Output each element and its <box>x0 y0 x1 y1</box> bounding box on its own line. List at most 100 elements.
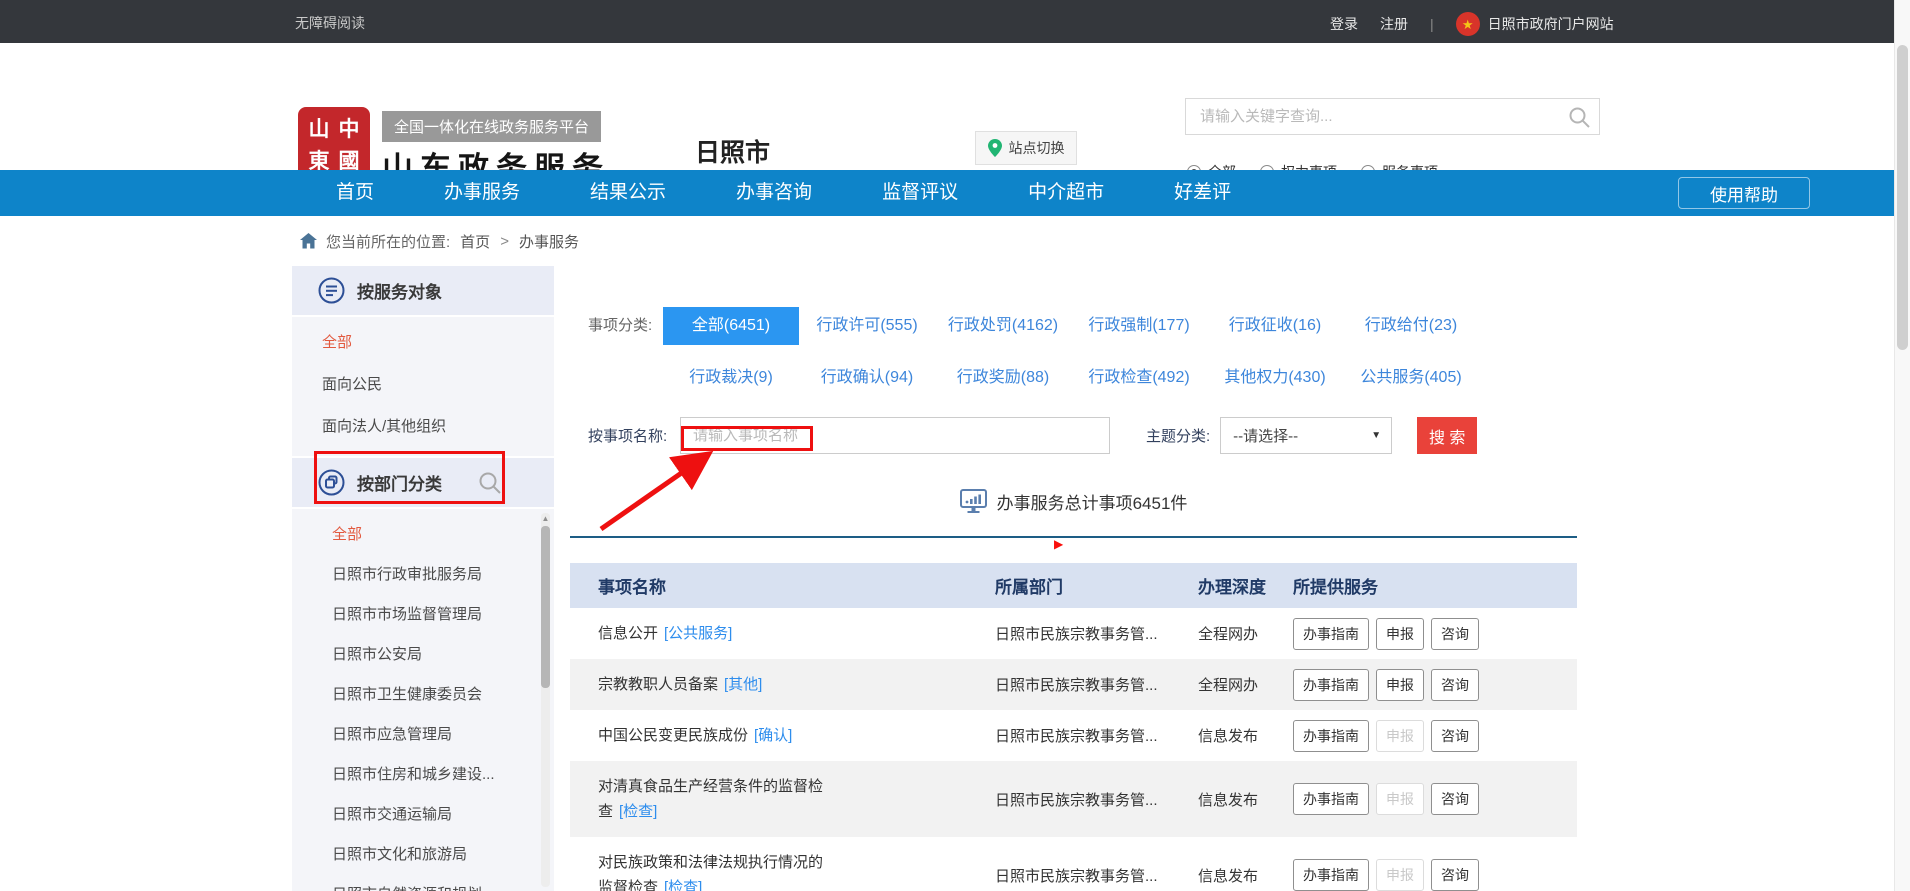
breadcrumb-separator: > <box>500 233 509 250</box>
register-link[interactable]: 注册 <box>1380 14 1408 34</box>
category-tab-行政确认[interactable]: 行政确认(94) <box>799 359 935 397</box>
consult-button[interactable]: 咨询 <box>1431 618 1479 650</box>
sidebar-scrollbar-thumb[interactable] <box>541 526 550 688</box>
category-tab-行政给付[interactable]: 行政给付(23) <box>1343 307 1479 345</box>
category-tab-行政许可[interactable]: 行政许可(555) <box>799 307 935 345</box>
category-tab-行政征收[interactable]: 行政征收(16) <box>1207 307 1343 345</box>
caret-row: ▶ <box>570 538 1577 551</box>
item-tag-link[interactable]: [公共服务] <box>664 625 732 642</box>
topic-select[interactable]: --请选择-- ▼ <box>1220 417 1392 454</box>
category-tab-行政裁决[interactable]: 行政裁决(9) <box>663 359 799 397</box>
nav-item-1[interactable]: 办事服务 <box>444 170 520 216</box>
consult-button[interactable]: 咨询 <box>1431 720 1479 752</box>
table-body: 信息公开[公共服务]日照市民族宗教事务管...全程网办办事指南申报咨询宗教教职人… <box>570 608 1577 891</box>
department-item-0[interactable]: 全部 <box>292 515 554 555</box>
breadcrumb-current[interactable]: 办事服务 <box>519 231 579 252</box>
topic-select-value: --请选择-- <box>1233 425 1298 446</box>
search-button[interactable]: 搜 索 <box>1417 417 1477 454</box>
guide-button[interactable]: 办事指南 <box>1293 618 1369 650</box>
stats-row: 办事服务总计事项6451件 <box>570 487 1577 515</box>
item-name-text: 中国公民变更民族成份[确认] <box>598 710 824 761</box>
department-item-9[interactable]: 日照市自然资源和规划... <box>292 875 554 891</box>
nav-item-2[interactable]: 结果公示 <box>590 170 666 216</box>
location-pin-icon <box>988 139 1002 157</box>
department-item-5[interactable]: 日照市应急管理局 <box>292 715 554 755</box>
department-list: ▲ 全部日照市行政审批服务局日照市市场监督管理局日照市公安局日照市卫生健康委员会… <box>292 509 554 891</box>
guide-button[interactable]: 办事指南 <box>1293 859 1369 891</box>
consult-button[interactable]: 咨询 <box>1431 669 1479 701</box>
annotation-caret: ▶ <box>1054 538 1063 551</box>
category-tab-行政处罚[interactable]: 行政处罚(4162) <box>935 307 1071 345</box>
service-object-item-0[interactable]: 全部 <box>292 322 554 364</box>
cell-depth: 全程网办 <box>1198 674 1293 695</box>
item-tag-link[interactable]: [检查] <box>619 803 657 820</box>
department-item-3[interactable]: 日照市公安局 <box>292 635 554 675</box>
nav-item-4[interactable]: 监督评议 <box>882 170 958 216</box>
cell-department: 日照市民族宗教事务管... <box>988 725 1198 746</box>
category-tab-行政奖励[interactable]: 行政奖励(88) <box>935 359 1071 397</box>
service-object-item-1[interactable]: 面向公民 <box>292 364 554 406</box>
cell-services: 办事指南申报咨询 <box>1293 669 1577 701</box>
cell-item-name: 信息公开[公共服务] <box>570 608 988 659</box>
service-object-item-2[interactable]: 面向法人/其他组织 <box>292 406 554 448</box>
department-search-icon[interactable] <box>478 471 502 495</box>
sidebar-section-department[interactable]: 按部门分类 <box>292 458 554 509</box>
search-icon[interactable] <box>1568 106 1591 129</box>
guide-button[interactable]: 办事指南 <box>1293 783 1369 815</box>
help-button[interactable]: 使用帮助 <box>1678 177 1810 209</box>
table-row-4: 对民族政策和法律法规执行情况的监督检查[检查]日照市民族宗教事务管...信息发布… <box>570 837 1577 891</box>
scrollbar-up-icon[interactable]: ▲ <box>541 514 550 523</box>
consult-button[interactable]: 咨询 <box>1431 783 1479 815</box>
category-tab-全部[interactable]: 全部(6451) <box>663 307 799 345</box>
guide-button[interactable]: 办事指南 <box>1293 720 1369 752</box>
item-name-label: 按事项名称: <box>588 425 680 446</box>
item-name-text: 对清真食品生产经营条件的监督检查[检查] <box>598 761 824 837</box>
cell-depth: 信息发布 <box>1198 865 1293 886</box>
cell-services: 办事指南申报咨询 <box>1293 618 1577 650</box>
nav-item-3[interactable]: 办事咨询 <box>736 170 812 216</box>
category-tab-其他权力[interactable]: 其他权力(430) <box>1207 359 1343 397</box>
apply-button[interactable]: 申报 <box>1376 669 1424 701</box>
apply-button[interactable]: 申报 <box>1376 618 1424 650</box>
cell-services: 办事指南申报咨询 <box>1293 783 1577 815</box>
cell-item-name: 对清真食品生产经营条件的监督检查[检查] <box>570 761 988 837</box>
department-item-2[interactable]: 日照市市场监督管理局 <box>292 595 554 635</box>
department-item-1[interactable]: 日照市行政审批服务局 <box>292 555 554 595</box>
consult-button[interactable]: 咨询 <box>1431 859 1479 891</box>
breadcrumb-home[interactable]: 首页 <box>460 231 490 252</box>
select-caret-icon: ▼ <box>1371 430 1381 441</box>
category-tab-行政强制[interactable]: 行政强制(177) <box>1071 307 1207 345</box>
nav-item-5[interactable]: 中介超市 <box>1028 170 1104 216</box>
item-tag-link[interactable]: [其他] <box>724 676 762 693</box>
page-scrollbar-thumb[interactable] <box>1897 45 1908 350</box>
portal-link[interactable]: 日照市政府门户网站 <box>1488 14 1614 34</box>
table-row-3: 对清真食品生产经营条件的监督检查[检查]日照市民族宗教事务管...信息发布办事指… <box>570 761 1577 837</box>
department-title: 按部门分类 <box>357 470 442 495</box>
item-tag-link[interactable]: [检查] <box>664 879 702 891</box>
category-tab-行政检查[interactable]: 行政检查(492) <box>1071 359 1207 397</box>
service-object-list: 全部面向公民面向法人/其他组织 <box>292 317 554 458</box>
site-switch-button[interactable]: 站点切换 <box>975 131 1077 165</box>
nav-item-6[interactable]: 好差评 <box>1174 170 1231 216</box>
category-tab-公共服务[interactable]: 公共服务(405) <box>1343 359 1479 397</box>
department-item-4[interactable]: 日照市卫生健康委员会 <box>292 675 554 715</box>
department-item-8[interactable]: 日照市文化和旅游局 <box>292 835 554 875</box>
service-object-title: 按服务对象 <box>357 278 442 303</box>
cell-depth: 信息发布 <box>1198 725 1293 746</box>
national-emblem-icon: ★ <box>1456 12 1480 36</box>
col-services: 所提供服务 <box>1293 573 1577 598</box>
topbar: 无障碍阅读 登录 注册 | ★ 日照市政府门户网站 <box>0 0 1894 43</box>
department-item-7[interactable]: 日照市交通运输局 <box>292 795 554 835</box>
department-item-6[interactable]: 日照市住房和城乡建设... <box>292 755 554 795</box>
category-tabs-block: 事项分类: 全部(6451)行政许可(555)行政处罚(4162)行政强制(17… <box>570 307 1577 397</box>
guide-button[interactable]: 办事指南 <box>1293 669 1369 701</box>
accessibility-link[interactable]: 无障碍阅读 <box>295 13 365 33</box>
item-tag-link[interactable]: [确认] <box>754 727 792 744</box>
item-name-input[interactable] <box>680 417 1110 454</box>
login-link[interactable]: 登录 <box>1330 14 1358 34</box>
cell-services: 办事指南申报咨询 <box>1293 859 1577 891</box>
seal-char-0: 山 <box>309 119 330 140</box>
nav-item-0[interactable]: 首页 <box>336 170 374 216</box>
sidebar-section-service-object[interactable]: 按服务对象 <box>292 266 554 317</box>
keyword-search-input[interactable] <box>1186 99 1599 134</box>
